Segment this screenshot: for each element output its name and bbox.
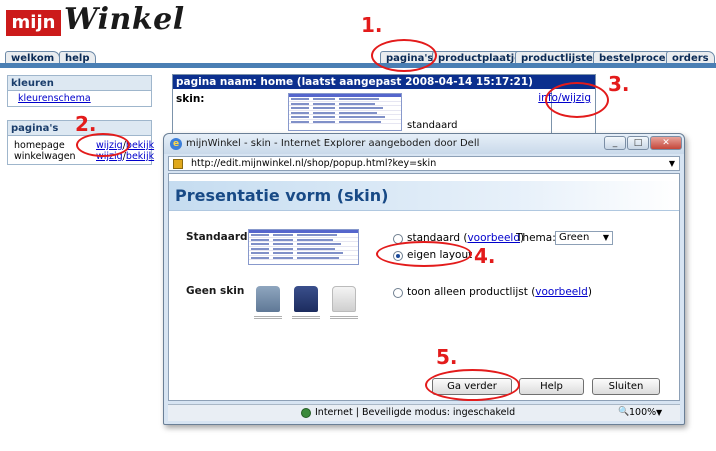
annotation-number-4: 4. [474,244,496,268]
page-icon [173,159,183,169]
skin-label: skin: [176,93,205,105]
option-productlijst-text: toon alleen productlijst ( [407,286,536,298]
popup-titlebar[interactable]: e mijnWinkel - skin - Internet Explorer … [164,134,684,154]
chevron-down-icon: ▼ [602,233,609,242]
option-productlijst: toon alleen productlijst (voorbeeld) [407,286,592,298]
page-name: homepage [14,140,65,151]
page-name: winkelwagen [14,151,76,162]
globe-icon [301,408,311,418]
annotation-ellipse-2 [76,133,130,157]
logo-mijn-box: mijn [6,10,61,36]
skin-preview-image [288,93,402,131]
annotation-ellipse-1 [371,39,437,72]
help-button[interactable]: Help [519,378,584,395]
skin-value: standaard [407,120,458,131]
annotation-number-5: 5. [436,345,458,369]
page-header: pagina naam: home (laatst aangepast 2008… [173,75,595,89]
popup-content: Presentatie vorm (skin) Standaard standa… [168,173,680,401]
annotation-ellipse-3 [545,82,609,118]
voorbeeld-link-standaard[interactable]: voorbeeld [467,232,520,244]
voorbeeld-link-productlijst[interactable]: voorbeeld [535,286,588,298]
option-productlijst-close: ) [587,286,592,298]
geen-skin-preview-image [248,284,359,326]
tab-bar [0,63,716,68]
address-url: http://edit.mijnwinkel.nl/shop/popup.htm… [191,158,437,169]
close-button[interactable]: ✕ [650,136,682,150]
annotation-number-2: 2. [75,112,97,136]
minimize-button[interactable]: _ [604,136,626,150]
content-header: Presentatie vorm (skin) [169,181,679,211]
page-settings-table: pagina naam: home (laatst aangepast 2008… [172,74,596,135]
geen-skin-label: Geen skin [186,285,245,297]
thema-select[interactable]: Green ▼ [555,231,613,245]
annotation-ellipse-4 [376,241,472,267]
zoom-level[interactable]: 100% [629,407,656,418]
status-text: Internet | Beveiligde modus: ingeschakel… [315,407,516,418]
chevron-down-icon[interactable]: ▼ [656,408,662,417]
bekijk-link-winkelwagen[interactable]: bekijk [126,151,154,162]
bekijk-link-homepage[interactable]: bekijk [126,140,154,151]
kleurenschema-link[interactable]: kleurenschema [18,93,91,104]
popup-title: mijnWinkel - skin - Internet Explorer aa… [186,138,480,149]
zoom-icon[interactable]: 🔍 [618,407,629,417]
maximize-button[interactable]: □ [627,136,649,150]
annotation-number-1: 1. [361,13,383,37]
internet-explorer-icon: e [170,138,182,150]
standaard-preview-image [248,229,359,265]
panel-kleuren-title: kleuren [8,76,151,91]
radio-productlijst[interactable] [393,288,403,298]
thema-value: Green [559,232,590,243]
page-row-winkelwagen: winkelwagen wijzig/bekijk [8,151,154,162]
address-bar[interactable]: http://edit.mijnwinkel.nl/shop/popup.htm… [168,156,680,171]
popup-window: e mijnWinkel - skin - Internet Explorer … [163,133,685,425]
standaard-label: Standaard [186,231,248,243]
annotation-ellipse-5 [425,369,520,401]
chevron-down-icon[interactable]: ▼ [669,159,675,168]
sluiten-button[interactable]: Sluiten [592,378,660,395]
logo-wordmark: Winkel [64,2,185,37]
content-title: Presentatie vorm (skin) [175,186,389,205]
panel-kleuren: kleuren kleurenschema [7,75,152,107]
thema-label: Thema: [516,232,556,244]
status-bar: Internet | Beveiligde modus: ingeschakel… [168,404,680,421]
annotation-number-3: 3. [608,72,630,96]
